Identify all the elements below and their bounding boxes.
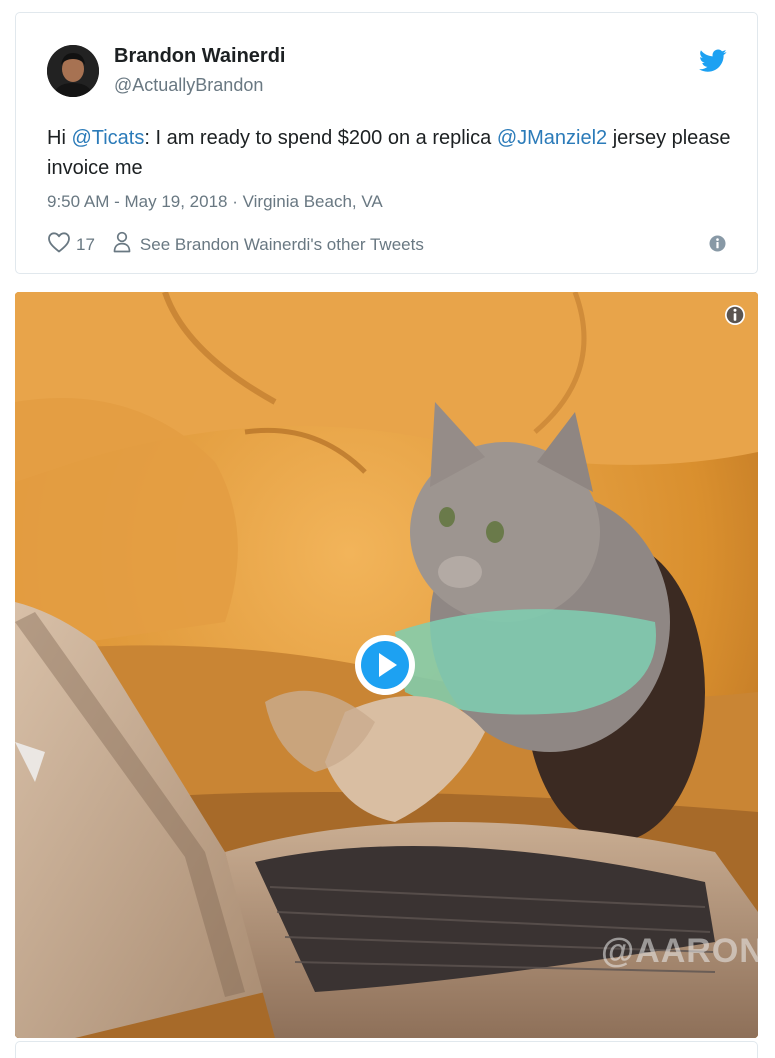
mention-jmanziel2[interactable]: @JManziel2 <box>497 127 607 149</box>
tweet-text: Hi @Ticats: I am ready to spend $200 on … <box>47 123 737 183</box>
like-count[interactable]: 17 <box>76 235 95 255</box>
mention-ticats[interactable]: @Ticats <box>71 127 144 149</box>
play-icon <box>361 641 409 689</box>
tweet-card: Brandon Wainerdi @ActuallyBrandon Hi @Ti… <box>15 12 758 274</box>
person-icon <box>113 231 140 258</box>
play-button[interactable] <box>355 635 415 695</box>
twitter-bird-icon[interactable] <box>699 49 727 73</box>
avatar[interactable] <box>47 45 99 97</box>
media-gif[interactable]: @AARON <box>15 292 758 1038</box>
next-card-edge <box>15 1041 758 1058</box>
media-info-icon[interactable] <box>724 304 746 326</box>
tweet-actions: 17 See Brandon Wainerdi's other Tweets <box>47 231 424 258</box>
author-name[interactable]: Brandon Wainerdi <box>114 45 285 68</box>
info-icon[interactable] <box>709 235 726 252</box>
text-segment: : I am ready to spend $200 on a replica <box>144 127 497 149</box>
watermark: @AARON <box>601 932 758 970</box>
tweet-timestamp[interactable]: 9:50 AM - May 19, 2018 · Virginia Beach,… <box>47 192 383 212</box>
text-segment: Hi <box>47 127 72 149</box>
author-handle[interactable]: @ActuallyBrandon <box>114 75 263 96</box>
other-tweets-link[interactable]: See Brandon Wainerdi's other Tweets <box>140 235 424 255</box>
heart-icon[interactable] <box>47 231 71 258</box>
